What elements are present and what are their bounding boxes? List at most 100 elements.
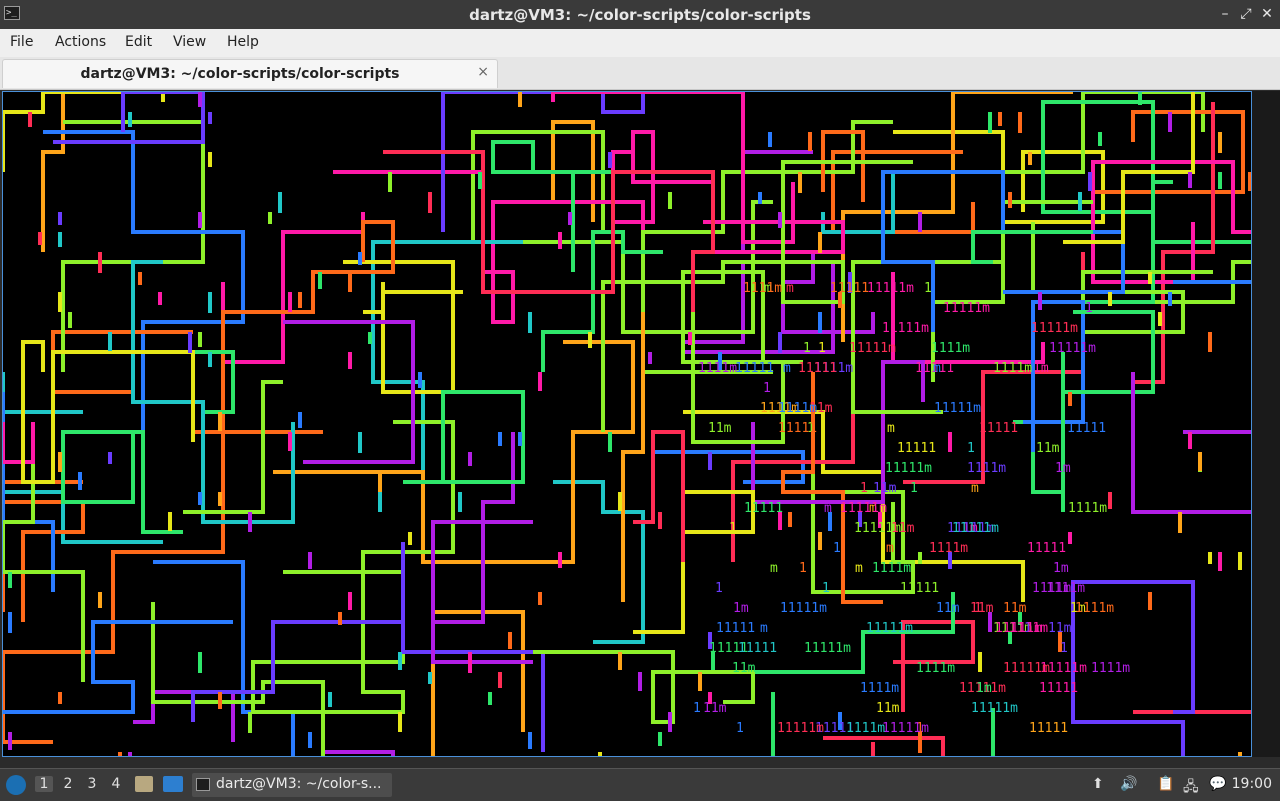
workspace-4[interactable]: 4 (107, 776, 125, 792)
volume-icon[interactable]: 🔊 (1120, 776, 1137, 792)
show-desktop-icon[interactable] (163, 776, 183, 792)
workspace-1[interactable]: 1 (35, 776, 53, 792)
minimize-icon[interactable]: – (1216, 5, 1234, 23)
pipe-dash (818, 532, 822, 550)
escape-fragment: 11111 (900, 581, 939, 596)
menu-actions[interactable]: Actions (55, 34, 106, 50)
task-label: dartz@VM3: ~/color-s... (216, 776, 382, 792)
pipe-dash (668, 192, 672, 209)
pipe-dash (538, 372, 542, 391)
pipe-dash (558, 232, 562, 249)
pipe-dash (818, 232, 822, 253)
escape-fragment: 1 (924, 281, 932, 296)
pipe-dash (298, 292, 302, 308)
pipe-dash (1178, 512, 1182, 533)
pipe-dash (488, 692, 492, 705)
pipe-segment (681, 260, 835, 354)
escape-fragment: 11m (873, 481, 897, 496)
pipe-dash (1138, 92, 1142, 105)
pipe-dash (218, 692, 222, 709)
pipe-dash (408, 532, 412, 545)
pipe-dash (508, 632, 512, 649)
escape-fragment: 11m (1048, 621, 1072, 636)
pipe-dash (208, 152, 212, 167)
chat-icon[interactable]: 💬 (1209, 776, 1226, 792)
escape-fragment: 1 (833, 541, 841, 556)
pipe-dash (8, 732, 12, 750)
file-manager-icon[interactable] (135, 776, 153, 792)
pipe-dash (328, 692, 332, 707)
pipe-dash (918, 552, 922, 564)
terminal-output[interactable]: 1m 11m 11111m 11111m 1111m m 1111m 1111m 11111m 1… (2, 91, 1252, 757)
update-icon[interactable]: ⬆ (1092, 776, 1104, 792)
pipe-dash (378, 492, 382, 512)
restore-icon[interactable]: ⤢ (1237, 5, 1255, 23)
pipe-dash (208, 292, 212, 313)
pipe-dash (1148, 592, 1152, 610)
pipe-dash (58, 452, 62, 472)
escape-fragment: 1 (967, 441, 975, 456)
escape-fragment: 11111m (943, 301, 990, 316)
terminal-tab[interactable]: dartz@VM3: ~/color-scripts/color-scripts… (2, 59, 498, 88)
pipe-dash (198, 652, 202, 673)
pipe-dash (38, 232, 42, 245)
escape-fragment: 1 (860, 481, 868, 496)
pipe-dash (1088, 172, 1092, 191)
escape-fragment: 1111m (1068, 501, 1107, 516)
escape-fragment: m (760, 621, 768, 636)
pipe-dash (98, 252, 102, 273)
pipe-dash (598, 752, 602, 756)
pipe-dash (658, 512, 662, 529)
lxqt-menu-icon[interactable] (6, 775, 26, 795)
escape-fragment: 11111m (849, 341, 896, 356)
escape-fragment: 1111m (872, 561, 911, 576)
escape-fragment: 11m (1003, 601, 1027, 616)
tab-close-icon[interactable]: × (477, 64, 489, 80)
pipe-dash (348, 272, 352, 292)
pipe-dash (1158, 312, 1162, 326)
escape-fragment: 11111m (1031, 321, 1078, 336)
menu-view[interactable]: View (173, 34, 206, 50)
pipe-dash (218, 492, 222, 506)
close-icon[interactable]: ✕ (1258, 5, 1276, 23)
escape-fragment: 11111m (1049, 341, 1096, 356)
network-icon[interactable]: 🖧 (1183, 776, 1199, 800)
taskbar: 1 2 3 4 dartz@VM3: ~/color-s... ⬆ 🔊 📋 🖧 … (0, 768, 1280, 801)
escape-fragment: m (971, 481, 979, 496)
pipe-segment (1133, 710, 1251, 756)
escape-fragment: 11111 (735, 361, 774, 376)
pipe-dash (1208, 332, 1212, 352)
menu-file[interactable]: File (10, 34, 33, 50)
escape-fragment: 1111m (1091, 661, 1130, 676)
tab-bar: dartz@VM3: ~/color-scripts/color-scripts… (0, 57, 1280, 90)
escape-fragment: 1111m (967, 461, 1006, 476)
taskbar-terminal-task[interactable]: dartz@VM3: ~/color-s... (192, 773, 392, 797)
terminal-scrollbar[interactable] (1252, 91, 1280, 757)
pipe-dash (358, 432, 362, 453)
workspace-2[interactable]: 2 (59, 776, 77, 792)
pipe-segment (3, 452, 85, 682)
escape-fragment: 11111 (897, 441, 936, 456)
pipe-dash (248, 512, 252, 532)
pipe-dash (58, 692, 62, 704)
pipe-dash (428, 192, 432, 213)
escape-fragment: m (786, 281, 794, 296)
pipes-animation: 1m11m11111m11111m1111mm1111m1111m11111m1… (3, 92, 1251, 756)
pipe-dash (98, 592, 102, 608)
pipe-dash (688, 332, 692, 345)
pipe-dash (418, 372, 422, 388)
pipe-segment (323, 750, 395, 756)
escape-fragment: 1 (763, 381, 771, 396)
escape-fragment: 1111m (1032, 581, 1071, 596)
window-titlebar[interactable]: >_ dartz@VM3: ~/color-scripts/color-scri… (0, 0, 1280, 29)
pipe-dash (308, 552, 312, 569)
menu-edit[interactable]: Edit (125, 34, 152, 50)
pipe-dash (498, 672, 502, 688)
pipe-segment (611, 130, 713, 224)
menu-help[interactable]: Help (227, 34, 259, 50)
clipboard-icon[interactable]: 📋 (1157, 776, 1174, 792)
pipe-dash (1108, 492, 1112, 509)
pipe-dash (138, 272, 142, 285)
workspace-3[interactable]: 3 (83, 776, 101, 792)
pipe-dash (268, 212, 272, 224)
